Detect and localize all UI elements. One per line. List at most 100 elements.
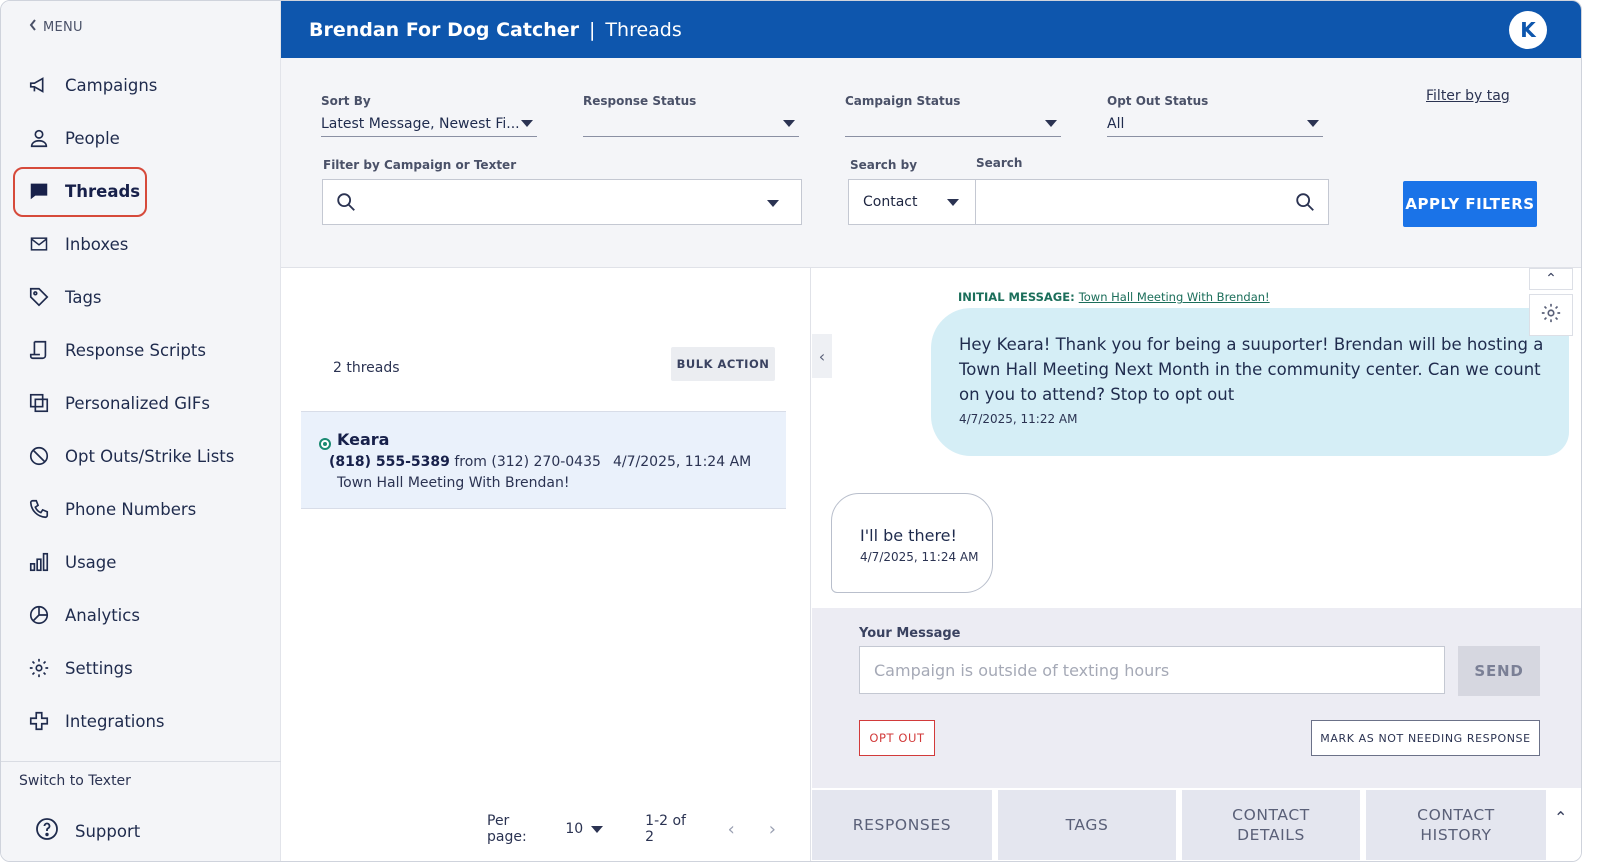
user-avatar[interactable]: K <box>1509 11 1547 49</box>
send-button[interactable]: SEND <box>1458 646 1540 696</box>
sidebar-item-analytics[interactable]: Analytics <box>27 597 140 633</box>
incoming-message-bubble: I'll be there! 4/7/2025, 11:24 AM <box>831 493 993 593</box>
sidebar-item-label: Personalized GIFs <box>65 393 210 413</box>
sidebar-item-label: Opt Outs/Strike Lists <box>65 446 235 466</box>
sidebar-item-label: Response Scripts <box>65 340 206 360</box>
opt-out-status-label: Opt Out Status <box>1107 94 1209 108</box>
app-window: MENU Campaigns People Threads Inboxes Ta… <box>0 0 1582 862</box>
sort-by-value: Latest Message, Newest Fi... <box>321 115 520 132</box>
message-text: I'll be there! <box>860 526 957 545</box>
images-icon <box>27 391 51 415</box>
caret-down-icon <box>521 120 533 127</box>
sidebar-item-label: Analytics <box>65 605 140 625</box>
thread-list-pane: 2 threads BULK ACTION Keara (818) 555-53… <box>281 268 811 861</box>
caret-down-icon <box>767 200 779 207</box>
search-by-select[interactable]: Contact <box>848 179 976 225</box>
sort-by-label: Sort By <box>321 94 371 108</box>
sidebar-item-response-scripts[interactable]: Response Scripts <box>27 332 206 368</box>
pagination: Per page: 10 1-2 of 2 ‹ › <box>487 813 810 845</box>
sidebar-item-people[interactable]: People <box>27 120 120 156</box>
puzzle-plus-icon <box>27 709 51 733</box>
initial-message-prefix: INITIAL MESSAGE: <box>958 290 1075 304</box>
menu-label: MENU <box>43 19 83 35</box>
chevron-up-icon[interactable]: ⌃ <box>1529 268 1573 290</box>
sidebar-item-usage[interactable]: Usage <box>27 544 116 580</box>
thread-phone-line: (818) 555-5389 from (312) 270-0435 <box>329 454 601 470</box>
chat-bubble-icon <box>27 179 51 203</box>
collapse-list-button[interactable]: ‹ <box>812 334 832 378</box>
message-input[interactable]: Campaign is outside of texting hours <box>859 646 1445 694</box>
per-page-select[interactable]: 10 <box>565 821 607 837</box>
sort-by-select[interactable]: Latest Message, Newest Fi... <box>321 111 537 137</box>
initial-message-label: INITIAL MESSAGE: Town Hall Meeting With … <box>958 290 1270 304</box>
caret-down-icon <box>947 198 959 206</box>
sidebar-item-label: Threads <box>65 181 141 201</box>
caret-down-icon <box>783 120 795 127</box>
opt-out-status-select[interactable]: All <box>1107 111 1323 137</box>
sidebar-item-inboxes[interactable]: Inboxes <box>27 226 128 262</box>
sidebar-item-campaigns[interactable]: Campaigns <box>27 67 157 103</box>
opt-out-button[interactable]: OPT OUT <box>859 720 935 756</box>
sidebar-item-personalized-gifs[interactable]: Personalized GIFs <box>27 385 210 421</box>
title-separator: | <box>589 18 596 41</box>
tab-contact-history[interactable]: CONTACT HISTORY <box>1366 790 1546 860</box>
thread-count: 2 threads <box>333 360 400 376</box>
message-text: Hey Keara! Thank you for being a suuport… <box>959 335 1544 404</box>
sidebar-item-label: People <box>65 128 120 148</box>
mark-not-needing-response-button[interactable]: MARK AS NOT NEEDING RESPONSE <box>1311 720 1540 756</box>
response-status-select[interactable] <box>583 111 799 137</box>
menu-back-button[interactable]: MENU <box>29 19 83 35</box>
sidebar-item-label: Settings <box>65 658 133 678</box>
status-dot-icon <box>319 438 331 450</box>
chevron-left-icon <box>29 19 37 35</box>
script-icon <box>27 338 51 362</box>
tab-contact-details[interactable]: CONTACT DETAILS <box>1182 790 1360 860</box>
chevron-right-icon[interactable]: › <box>769 819 776 840</box>
sidebar-item-label: Integrations <box>65 711 165 731</box>
switch-to-texter-link[interactable]: Switch to Texter <box>19 773 131 789</box>
search-icon[interactable] <box>1294 191 1316 217</box>
search-by-value: Contact <box>863 194 918 210</box>
thread-contact-name: Keara <box>337 430 390 449</box>
filter-by-tag-link[interactable]: Filter by tag <box>1426 88 1510 104</box>
per-page-label: Per page: <box>487 813 527 845</box>
phone-icon <box>27 497 51 521</box>
bar-chart-icon <box>27 550 51 574</box>
chevron-left-icon[interactable]: ‹ <box>728 819 735 840</box>
campaign-status-select[interactable] <box>845 111 1061 137</box>
search-label: Search <box>976 156 1023 170</box>
person-icon <box>27 126 51 150</box>
bottom-tabs: RESPONSES TAGS CONTACT DETAILS CONTACT H… <box>812 788 1581 861</box>
message-timestamp: 4/7/2025, 11:24 AM <box>860 550 979 564</box>
chevron-up-icon[interactable]: ⌃ <box>1554 808 1567 827</box>
top-bar: Brendan For Dog Catcher | Threads K <box>281 1 1581 58</box>
sidebar-item-threads[interactable]: Threads <box>27 173 140 209</box>
search-input[interactable] <box>975 179 1329 225</box>
sidebar-item-settings[interactable]: Settings <box>27 650 133 686</box>
sidebar-item-label: Inboxes <box>65 234 129 254</box>
initial-campaign-link[interactable]: Town Hall Meeting With Brendan! <box>1079 290 1270 304</box>
sidebar-item-tags[interactable]: Tags <box>27 279 102 315</box>
page-range: 1-2 of 2 <box>645 813 686 845</box>
sidebar-item-opt-outs[interactable]: Opt Outs/Strike Lists <box>27 438 234 474</box>
megaphone-icon <box>27 73 51 97</box>
tab-responses[interactable]: RESPONSES <box>812 790 992 860</box>
sidebar-item-label: Campaigns <box>65 75 158 95</box>
sidebar-item-integrations[interactable]: Integrations <box>27 703 165 739</box>
gear-icon <box>1540 302 1562 328</box>
gear-icon <box>27 656 51 680</box>
support-link[interactable]: Support <box>35 817 140 845</box>
bulk-action-button[interactable]: BULK ACTION <box>671 347 775 381</box>
sidebar: MENU Campaigns People Threads Inboxes Ta… <box>1 1 281 861</box>
conversation-pane: ‹ INITIAL MESSAGE: Town Hall Meeting Wit… <box>812 268 1581 608</box>
sidebar-item-phone-numbers[interactable]: Phone Numbers <box>27 491 196 527</box>
campaign-texter-filter[interactable] <box>322 179 802 225</box>
apply-filters-button[interactable]: APPLY FILTERS <box>1403 181 1537 227</box>
tab-tags[interactable]: TAGS <box>998 790 1176 860</box>
campaign-texter-label: Filter by Campaign or Texter <box>323 158 517 172</box>
search-icon <box>335 191 357 217</box>
conversation-settings-button[interactable] <box>1529 294 1573 336</box>
page-title: Threads <box>605 18 682 41</box>
thread-row[interactable]: Keara (818) 555-5389 from (312) 270-0435… <box>301 411 786 509</box>
help-circle-icon <box>35 817 59 845</box>
